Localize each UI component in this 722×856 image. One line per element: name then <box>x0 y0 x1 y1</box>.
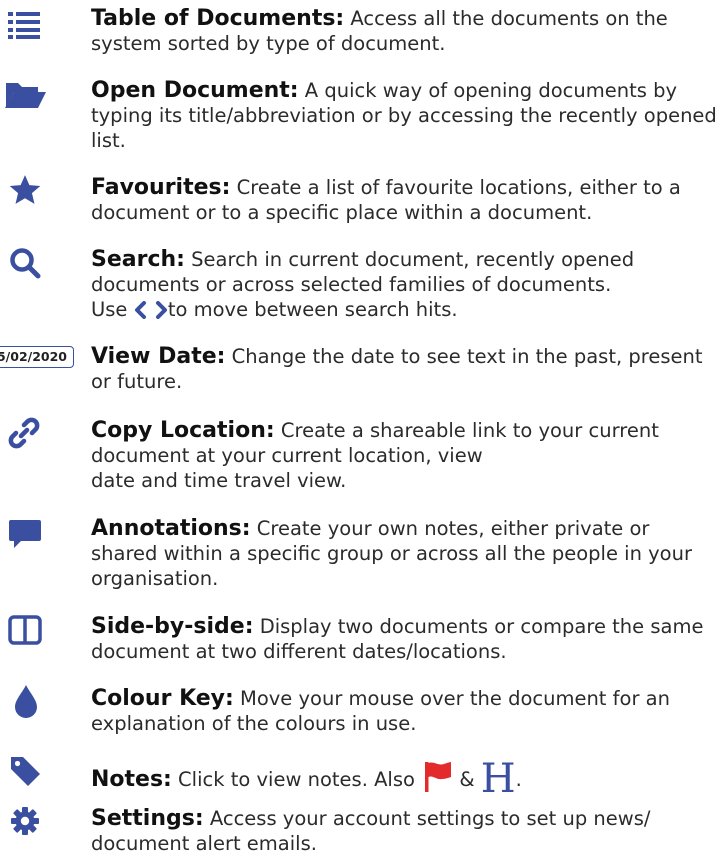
item-title: Notes: <box>91 767 172 792</box>
item-title: Table of Documents: <box>91 6 345 31</box>
item-desc-2: date and time travel view. <box>91 469 347 492</box>
item-desc-hits: to move between search hits. <box>167 298 458 321</box>
chevron-left-icon[interactable] <box>134 301 148 319</box>
notes-end: . <box>515 768 522 791</box>
item-text: Side-by-side: Display two documents or c… <box>91 614 720 664</box>
item-title: Annotations: <box>91 516 251 541</box>
item-text: Open Document: A quick way of opening do… <box>91 78 720 153</box>
item-text: Copy Location: Create a shareable link t… <box>91 418 720 493</box>
amp-symbol: & <box>459 768 475 791</box>
date-badge[interactable]: 5/02/2020 <box>0 346 74 368</box>
item-title: Colour Key: <box>91 686 234 711</box>
item-title: Favourites: <box>91 175 231 200</box>
item-desc-use: Use <box>91 298 128 321</box>
item-text: Search: Search in current document, rece… <box>91 247 720 322</box>
item-text: Table of Documents: Access all the docum… <box>91 6 720 56</box>
item-title: Side-by-side: <box>91 614 254 639</box>
item-title: Open Document: <box>91 78 299 103</box>
flag-icon[interactable] <box>421 760 453 792</box>
item-title: Settings: <box>91 806 204 831</box>
h-icon[interactable]: H <box>481 756 516 802</box>
item-title: Search: <box>91 247 185 272</box>
item-text: View Date: Change the date to see text i… <box>91 344 720 394</box>
item-text: Notes: Click to view notes. Also & H. <box>91 759 720 799</box>
item-text: Annotations: Create your own notes, eith… <box>91 516 720 591</box>
item-text: Settings: Access your account settings t… <box>91 806 720 856</box>
item-text: Favourites: Create a list of favourite l… <box>91 175 720 225</box>
chevron-right-icon[interactable] <box>154 301 168 319</box>
item-title: View Date: <box>91 344 226 369</box>
item-desc: Click to view notes. Also <box>171 768 415 791</box>
item-title: Copy Location: <box>91 418 275 443</box>
item-text: Colour Key: Move your mouse over the doc… <box>91 686 720 736</box>
